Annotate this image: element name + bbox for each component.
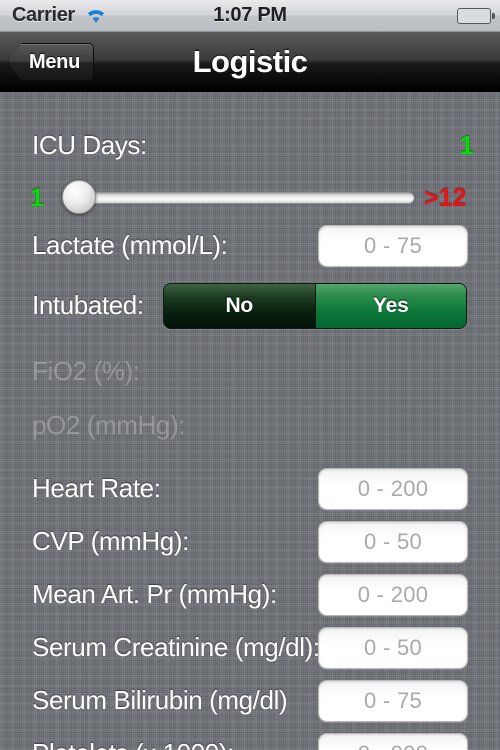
po2-label: pO2 (mmHg): <box>32 410 186 440</box>
cvp-label: CVP (mmHg): <box>32 526 189 556</box>
platelets-input[interactable]: 0 - 999 <box>318 733 468 750</box>
serum-creatinine-placeholder: 0 - 50 <box>363 635 423 660</box>
row-serum-creatinine: Serum Creatinine (mg/dl): 0 - 50 <box>0 621 500 673</box>
serum-creatinine-label: Serum Creatinine (mg/dl): <box>32 632 320 662</box>
app-screen: Carrier 1:07 PM Menu Logistic ICU Days: … <box>0 0 500 750</box>
serum-bilirubin-label: Serum Bilirubin (mg/dl) <box>32 685 288 715</box>
row-mean-arterial-pressure: Mean Art. Pr (mmHg): 0 - 200 <box>0 568 500 620</box>
row-serum-bilirubin: Serum Bilirubin (mg/dl) 0 - 75 <box>0 674 500 726</box>
mean-arterial-pressure-placeholder: 0 - 200 <box>357 582 429 607</box>
heart-rate-input[interactable]: 0 - 200 <box>318 468 468 510</box>
heart-rate-placeholder: 0 - 200 <box>357 476 429 501</box>
carrier-label: Carrier <box>12 4 75 26</box>
lactate-placeholder: 0 - 75 <box>363 233 423 258</box>
icu-days-slider[interactable] <box>62 180 414 214</box>
intubated-option-yes[interactable]: Yes <box>315 284 466 328</box>
serum-bilirubin-input[interactable]: 0 - 75 <box>318 680 468 722</box>
form-content: ICU Days: 1 1 >12 Lactate (mmol/L): 0 - … <box>0 92 500 750</box>
cvp-placeholder: 0 - 50 <box>363 529 423 554</box>
row-heart-rate: Heart Rate: 0 - 200 <box>0 462 500 514</box>
battery-full-icon <box>457 7 495 24</box>
slider-track[interactable] <box>62 192 414 203</box>
icu-days-max-label: >12 <box>424 184 467 212</box>
serum-creatinine-input[interactable]: 0 - 50 <box>318 627 468 669</box>
slider-thumb[interactable] <box>62 180 96 214</box>
lactate-label: Lactate (mmol/L): <box>32 230 228 260</box>
intubated-label: Intubated: <box>32 290 144 320</box>
icu-days-value: 1 <box>459 130 474 160</box>
fio2-label: FiO2 (%): <box>32 356 140 386</box>
icu-days-label: ICU Days: <box>32 130 147 160</box>
page-title: Logistic <box>192 43 308 79</box>
cvp-input[interactable]: 0 - 50 <box>318 521 468 563</box>
mean-arterial-pressure-input[interactable]: 0 - 200 <box>318 574 468 616</box>
icu-days-min-label: 1 <box>30 184 44 212</box>
wifi-icon <box>84 7 108 25</box>
serum-bilirubin-placeholder: 0 - 75 <box>363 688 423 713</box>
status-bar: Carrier 1:07 PM <box>0 0 500 32</box>
platelets-label: Platelets (x 1000): <box>32 738 234 750</box>
heart-rate-label: Heart Rate: <box>32 473 161 503</box>
row-icu-days: ICU Days: 1 1 >12 <box>0 92 500 222</box>
row-fio2: FiO2 (%): <box>0 350 500 398</box>
mean-arterial-pressure-label: Mean Art. Pr (mmHg): <box>32 579 277 609</box>
intubated-segmented-control[interactable]: No Yes <box>163 283 467 329</box>
row-cvp: CVP (mmHg): 0 - 50 <box>0 515 500 567</box>
row-lactate: Lactate (mmol/L): 0 - 75 <box>0 220 500 272</box>
lactate-input[interactable]: 0 - 75 <box>318 225 468 267</box>
status-bar-left: Carrier <box>0 4 108 27</box>
row-platelets: Platelets (x 1000): 0 - 999 <box>0 727 500 750</box>
status-bar-right <box>457 7 495 24</box>
intubated-option-no[interactable]: No <box>164 284 316 328</box>
row-intubated: Intubated: No Yes <box>0 280 500 332</box>
row-po2: pO2 (mmHg): <box>0 404 500 452</box>
platelets-placeholder: 0 - 999 <box>358 741 429 750</box>
navigation-bar: Menu Logistic <box>0 32 500 92</box>
